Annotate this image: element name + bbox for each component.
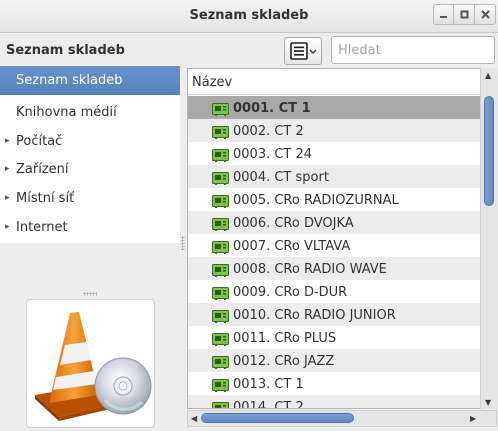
playlist-item-title: 0004. CT sport bbox=[233, 170, 329, 185]
sidebar-item-label: Místní síť bbox=[16, 191, 75, 206]
vertical-scroll-thumb[interactable] bbox=[484, 96, 494, 206]
view-mode-button[interactable] bbox=[284, 37, 322, 65]
sidebar-item-label: Knihovna médií bbox=[16, 105, 117, 120]
tv-card-icon bbox=[212, 400, 229, 408]
playlist-item-title: 0009. CRo D-DUR bbox=[233, 285, 348, 300]
sidebar-item-label: Seznam skladeb bbox=[16, 73, 123, 88]
vlc-cone-cd-icon bbox=[35, 312, 152, 421]
minimize-button[interactable] bbox=[433, 4, 454, 25]
playlist-row[interactable]: 0002. CT 2 bbox=[188, 119, 481, 142]
playlist-row[interactable]: 0008. CRo RADIO WAVE bbox=[188, 257, 481, 280]
horizontal-scroll-thumb[interactable] bbox=[201, 413, 354, 423]
splitter-handle-horizontal[interactable] bbox=[83, 292, 97, 296]
splitter-handle-vertical[interactable] bbox=[181, 236, 185, 250]
column-header-name[interactable]: Název bbox=[188, 69, 481, 95]
playlist-item-title: 0007. CRo VLTAVA bbox=[233, 239, 351, 254]
playlist-row[interactable]: 0001. CT 1 bbox=[188, 96, 481, 119]
tv-card-icon bbox=[212, 101, 229, 116]
playlist-row[interactable]: 0006. CRo DVOJKA bbox=[188, 211, 481, 234]
sidebar-item-label: Internet bbox=[16, 220, 68, 235]
close-icon bbox=[480, 10, 490, 19]
tv-card-icon bbox=[212, 239, 229, 254]
sidebar-item-computer[interactable]: ▸ Počítač bbox=[0, 127, 180, 156]
sidebar-item-label: Počítač bbox=[16, 134, 63, 149]
expand-arrow-icon[interactable]: ▸ bbox=[5, 127, 10, 156]
playlist-row[interactable]: 0009. CRo D-DUR bbox=[188, 280, 481, 303]
scroll-up-arrow-icon[interactable]: ▲ bbox=[485, 72, 491, 80]
list-view-icon bbox=[290, 42, 317, 60]
tv-card-icon bbox=[212, 170, 229, 185]
tv-card-icon bbox=[212, 377, 229, 392]
scroll-right-arrow-icon[interactable]: ▶ bbox=[470, 415, 476, 423]
tv-card-icon bbox=[212, 285, 229, 300]
minimize-icon bbox=[440, 16, 447, 18]
playlist-view[interactable]: Název 0001. CT 1 0002. CT 2 0003. CT 24 000… bbox=[187, 68, 497, 409]
playlist-row[interactable]: 0003. CT 24 bbox=[188, 142, 481, 165]
playlist-item-title: 0006. CRo DVOJKA bbox=[233, 216, 354, 231]
playlist-row[interactable]: 0014. CT 2 bbox=[188, 395, 481, 409]
playlist-item-title: 0008. CRo RADIO WAVE bbox=[233, 262, 387, 277]
tv-card-icon bbox=[212, 354, 229, 369]
expand-arrow-icon[interactable]: ▸ bbox=[5, 155, 10, 184]
search-input[interactable] bbox=[331, 36, 495, 64]
playlist-item-title: 0001. CT 1 bbox=[233, 101, 311, 116]
maximize-button[interactable] bbox=[454, 4, 475, 25]
title-bar: Seznam skladeb bbox=[0, 0, 498, 33]
playlist-item-title: 0010. CRo RADIO JUNIOR bbox=[233, 308, 396, 323]
sidebar-item-playlist[interactable]: Seznam skladeb bbox=[0, 66, 180, 95]
tv-card-icon bbox=[212, 216, 229, 231]
playlist-item-title: 0013. CT 1 bbox=[233, 377, 304, 392]
playlist-item-title: 0002. CT 2 bbox=[233, 124, 304, 139]
playlist-row[interactable]: 0011. CRo PLUS bbox=[188, 326, 481, 349]
window-controls bbox=[433, 4, 496, 26]
playlist-item-title: 0011. CRo PLUS bbox=[233, 331, 337, 346]
sidebar-item-local-network[interactable]: ▸ Místní síť bbox=[0, 184, 180, 213]
tv-card-icon bbox=[212, 147, 229, 162]
scroll-left-arrow-icon[interactable]: ◀ bbox=[191, 415, 197, 423]
tv-card-icon bbox=[212, 331, 229, 346]
scroll-down-arrow-icon[interactable]: ▼ bbox=[485, 399, 491, 407]
panel-heading: Seznam skladeb bbox=[6, 43, 125, 58]
sidebar-item-label: Zařízení bbox=[16, 162, 69, 177]
playlist-row[interactable]: 0013. CT 1 bbox=[188, 372, 481, 395]
playlist-row[interactable]: 0005. CRo RADIOZURNAL bbox=[188, 188, 481, 211]
playlist-item-title: 0005. CRo RADIOZURNAL bbox=[233, 193, 399, 208]
expand-arrow-icon[interactable]: ▸ bbox=[5, 213, 10, 242]
sidebar: Seznam skladeb Knihovna médií ▸ Počítač … bbox=[0, 66, 180, 243]
sidebar-item-devices[interactable]: ▸ Zařízení bbox=[0, 155, 180, 184]
playlist-item-title: 0003. CT 24 bbox=[233, 147, 313, 162]
maximize-icon bbox=[460, 10, 468, 19]
tv-card-icon bbox=[212, 262, 229, 277]
playlist-row[interactable]: 0010. CRo RADIO JUNIOR bbox=[188, 303, 481, 326]
playlist-row[interactable]: 0007. CRo VLTAVA bbox=[188, 234, 481, 257]
window-title: Seznam skladeb bbox=[189, 8, 309, 23]
playlist-item-title: 0012. CRo JAZZ bbox=[233, 354, 335, 369]
sidebar-item-internet[interactable]: ▸ Internet bbox=[0, 213, 180, 242]
sidebar-item-media-library[interactable]: Knihovna médií bbox=[0, 98, 180, 127]
album-art bbox=[26, 299, 155, 428]
playlist-item-title: 0014. CT 2 bbox=[233, 400, 304, 409]
tv-card-icon bbox=[212, 193, 229, 208]
tv-card-icon bbox=[212, 124, 229, 139]
playlist-row[interactable]: 0004. CT sport bbox=[188, 165, 481, 188]
expand-arrow-icon[interactable]: ▸ bbox=[5, 184, 10, 213]
tv-card-icon bbox=[212, 308, 229, 323]
playlist-row[interactable]: 0012. CRo JAZZ bbox=[188, 349, 481, 372]
close-button[interactable] bbox=[475, 4, 496, 25]
